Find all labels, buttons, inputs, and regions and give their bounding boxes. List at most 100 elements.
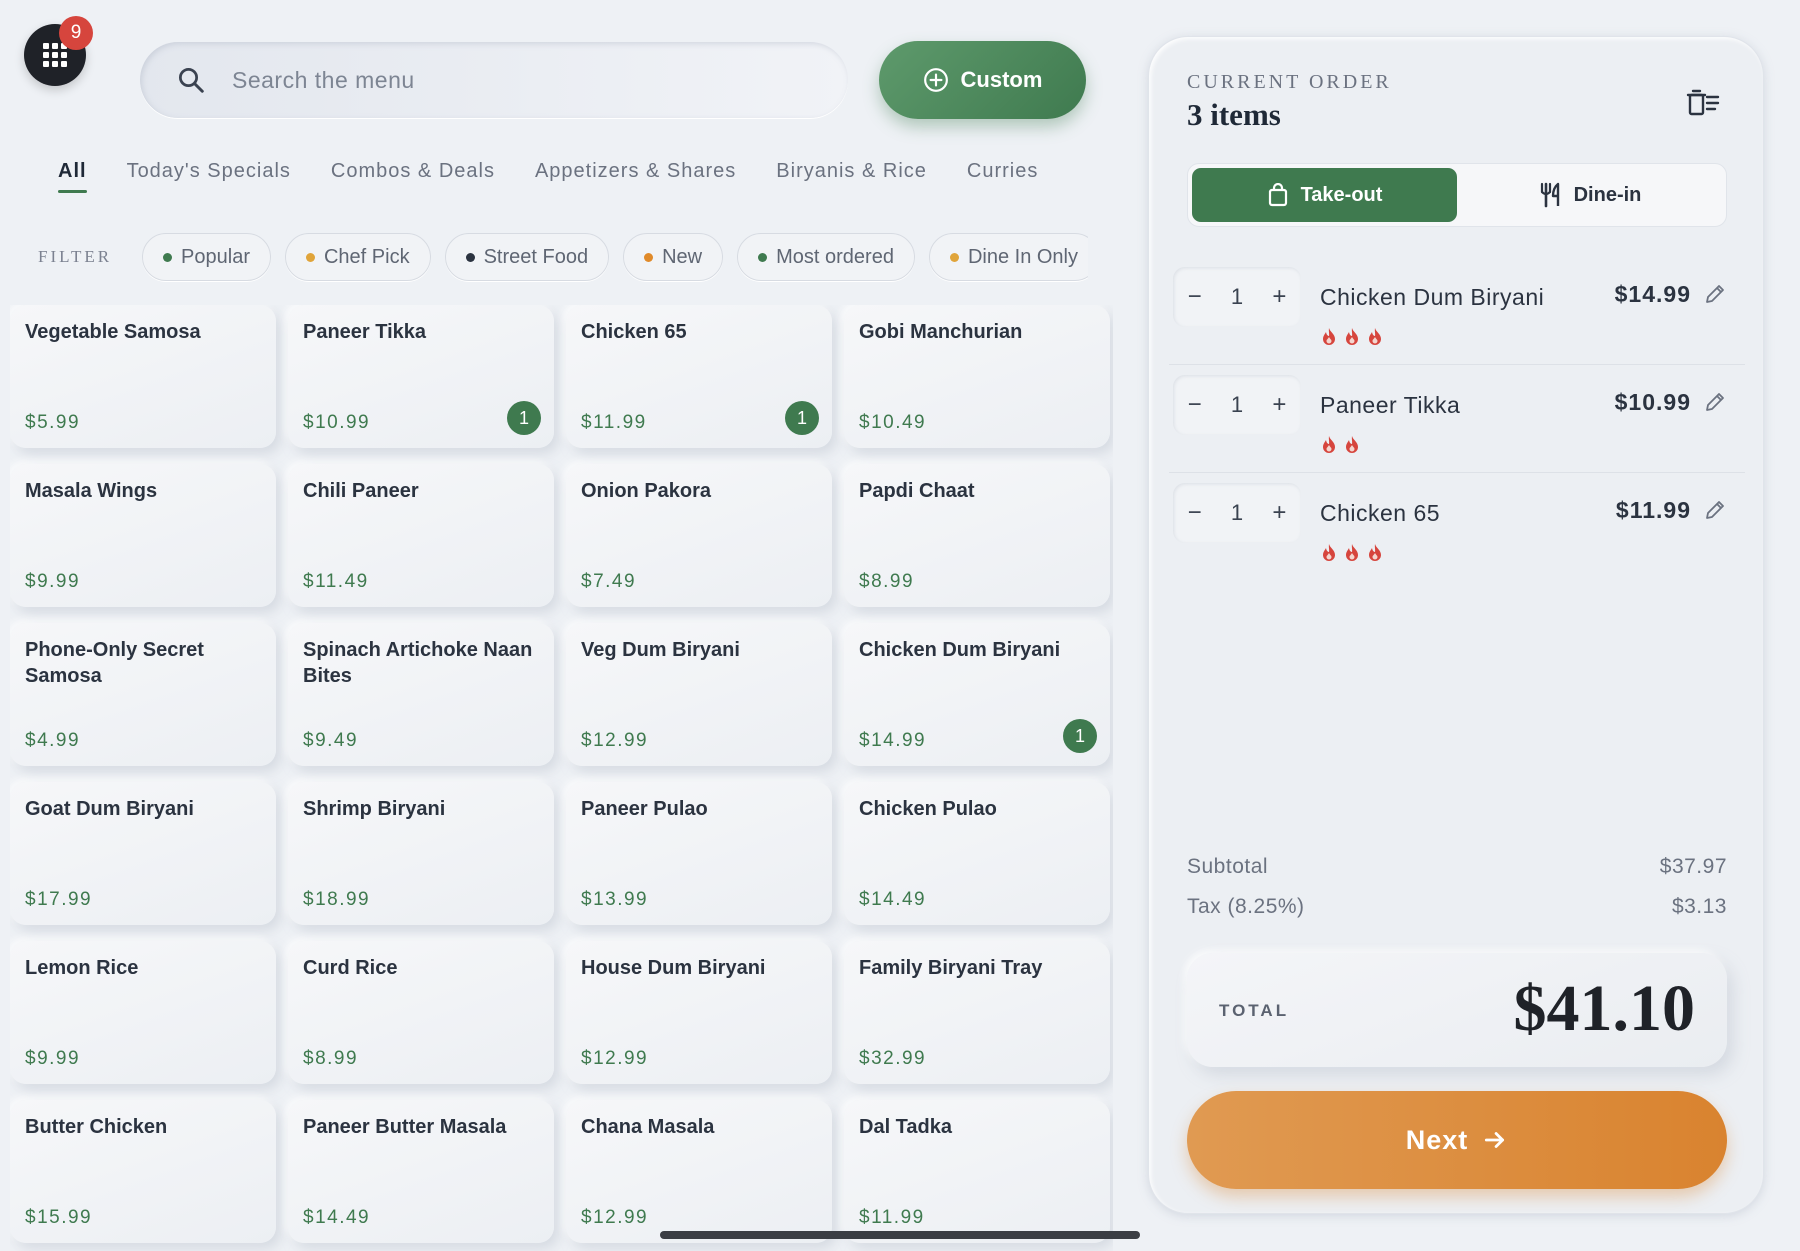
menu-item-price: $10.99 [303,412,371,433]
order-item-price: $11.99 [1615,497,1691,523]
takeout-label: Take-out [1300,183,1383,206]
decrement-button[interactable]: − [1188,499,1202,527]
menu-item-card[interactable]: Chana Masala $12.99 [566,1100,832,1243]
menu-item-card[interactable]: Chili Paneer $11.49 [288,464,554,607]
menu-item-card[interactable]: Chicken Pulao $14.49 [844,782,1110,925]
menu-item-card[interactable]: Masala Wings $9.99 [10,464,276,607]
filter-chip-chef-pick[interactable]: Chef Pick [284,233,431,281]
menu-item-card[interactable]: House Dum Biryani $12.99 [566,941,832,1084]
menu-item-qty-badge: 1 [1063,719,1097,753]
filter-row: FILTER Popular Chef Pick Street Food New Mos… [38,232,1088,282]
flame-icon [1344,327,1360,345]
filter-chip-label: Chef Pick [323,245,410,268]
menu-item-card[interactable]: Dal Tadka $11.99 [844,1100,1110,1243]
tab-appetizers-shares[interactable]: Appetizers & Shares [535,160,736,193]
menu-item-name: Chana Masala [581,1116,715,1138]
menu-item-price: $11.49 [303,571,369,592]
menu-item-qty-badge: 1 [785,401,819,435]
next-button[interactable]: Next [1187,1091,1727,1189]
tab-combos-deals[interactable]: Combos & Deals [331,160,495,193]
menu-item-price: $14.49 [859,889,927,910]
increment-button[interactable]: + [1272,499,1286,527]
menu-item-card[interactable]: Paneer Butter Masala $14.49 [288,1100,554,1243]
order-item-price: $14.99 [1614,281,1691,307]
custom-item-button[interactable]: Custom [879,41,1086,119]
quantity-value: 1 [1230,284,1244,309]
tab-biryanis-rice[interactable]: Biryanis & Rice [776,160,927,193]
menu-item-price: $17.99 [25,889,93,910]
menu-item-name: Chili Paneer [303,480,419,502]
menu-item-card[interactable]: Gobi Manchurian $10.49 [844,305,1110,448]
tab-all[interactable]: All [58,160,87,193]
menu-item-card[interactable]: Paneer Pulao $13.99 [566,782,832,925]
order-line-item: − 1 + Paneer Tikka $10.99 [1169,365,1745,473]
search-input[interactable] [232,66,792,94]
spice-level [1321,327,1383,345]
menu-grid: Vegetable Samosa $5.99 Paneer Tikka $10.99 1… [10,305,1113,1251]
tab-curries[interactable]: Curries [967,160,1038,193]
menu-item-card[interactable]: Chicken 65 $11.99 1 [566,305,832,448]
decrement-button[interactable]: − [1188,391,1202,419]
menu-item-name: Gobi Manchurian [859,321,1023,343]
filter-chip-most-ordered[interactable]: Most ordered [737,233,915,281]
menu-item-card[interactable]: Papdi Chaat $8.99 [844,464,1110,607]
menu-item-card[interactable]: Vegetable Samosa $5.99 [10,305,276,448]
category-tabs: All Today's Specials Combos & Deals Appetiz… [58,160,1088,210]
increment-button[interactable]: + [1272,391,1286,419]
pencil-icon[interactable] [1703,498,1727,522]
menu-item-name: Chicken 65 [581,321,687,343]
increment-button[interactable]: + [1272,283,1286,311]
tab-today-s-specials[interactable]: Today's Specials [127,160,291,193]
menu-item-card[interactable]: Chicken Dum Biryani $14.99 1 [844,623,1110,766]
filter-chip-street-food[interactable]: Street Food [444,233,610,281]
pencil-icon[interactable] [1703,282,1727,306]
menu-item-card[interactable]: Family Biryani Tray $32.99 [844,941,1110,1084]
order-mode-toggle: Take-out Dine-in [1187,163,1727,227]
menu-item-card[interactable]: Lemon Rice $9.99 [10,941,276,1084]
menu-item-name: Masala Wings [25,480,158,502]
dinein-mode-button[interactable]: Dine-in [1457,168,1722,222]
scroll-indicator[interactable] [660,1231,1140,1239]
menu-item-card[interactable]: Shrimp Biryani $18.99 [288,782,554,925]
decrement-button[interactable]: − [1188,283,1202,311]
menu-item-qty-badge: 1 [507,401,541,435]
menu-item-price: $12.99 [581,1048,649,1069]
menu-item-price: $12.99 [581,1207,649,1228]
menu-item-card[interactable]: Goat Dum Biryani $17.99 [10,782,276,925]
menu-item-name: Veg Dum Biryani [581,639,740,661]
filter-chip-popular[interactable]: Popular [142,233,271,281]
menu-item-card[interactable]: Onion Pakora $7.49 [566,464,832,607]
menu-item-name: Lemon Rice [25,957,139,979]
menu-item-name: Paneer Pulao [581,798,708,820]
chip-dot-icon [465,252,475,262]
menu-item-name: Phone-Only Secret Samosa [25,639,204,687]
pencil-icon[interactable] [1703,390,1727,414]
menu-item-card[interactable]: Curd Rice $8.99 [288,941,554,1084]
menu-item-card[interactable]: Veg Dum Biryani $12.99 [566,623,832,766]
menu-item-name: Onion Pakora [581,480,712,502]
search-bar[interactable] [140,42,848,118]
menu-item-price: $9.99 [25,571,81,592]
clear-order-icon[interactable] [1685,85,1721,121]
flame-icon [1321,435,1337,453]
flame-icon [1367,543,1383,561]
menu-item-card[interactable]: Phone-Only Secret Samosa $4.99 [10,623,276,766]
menu-item-price: $9.49 [303,730,359,751]
menu-item-name: Paneer Butter Masala [303,1116,507,1138]
filter-chip-new[interactable]: New [623,233,724,281]
menu-item-card[interactable]: Paneer Tikka $10.99 1 [288,305,554,448]
menu-item-price: $14.99 [859,730,927,751]
order-item-name: Chicken 65 [1320,500,1441,526]
menu-item-card[interactable]: Butter Chicken $15.99 [10,1100,276,1243]
filter-chip-dine-in-only[interactable]: Dine In Only [928,233,1088,281]
menu-item-card[interactable]: Spinach Artichoke Naan Bites $9.49 [288,623,554,766]
filter-label: FILTER [38,247,113,266]
menu-item-name: Curd Rice [303,957,398,979]
subtotal-value: $37.97 [1659,855,1727,878]
takeout-mode-button[interactable]: Take-out [1192,168,1457,222]
menu-item-price: $13.99 [581,889,649,910]
order-item-name: Chicken Dum Biryani [1320,284,1545,310]
menu-item-name: Vegetable Samosa [25,321,201,343]
chip-dot-icon [949,252,959,262]
custom-button-label: Custom [960,67,1043,92]
